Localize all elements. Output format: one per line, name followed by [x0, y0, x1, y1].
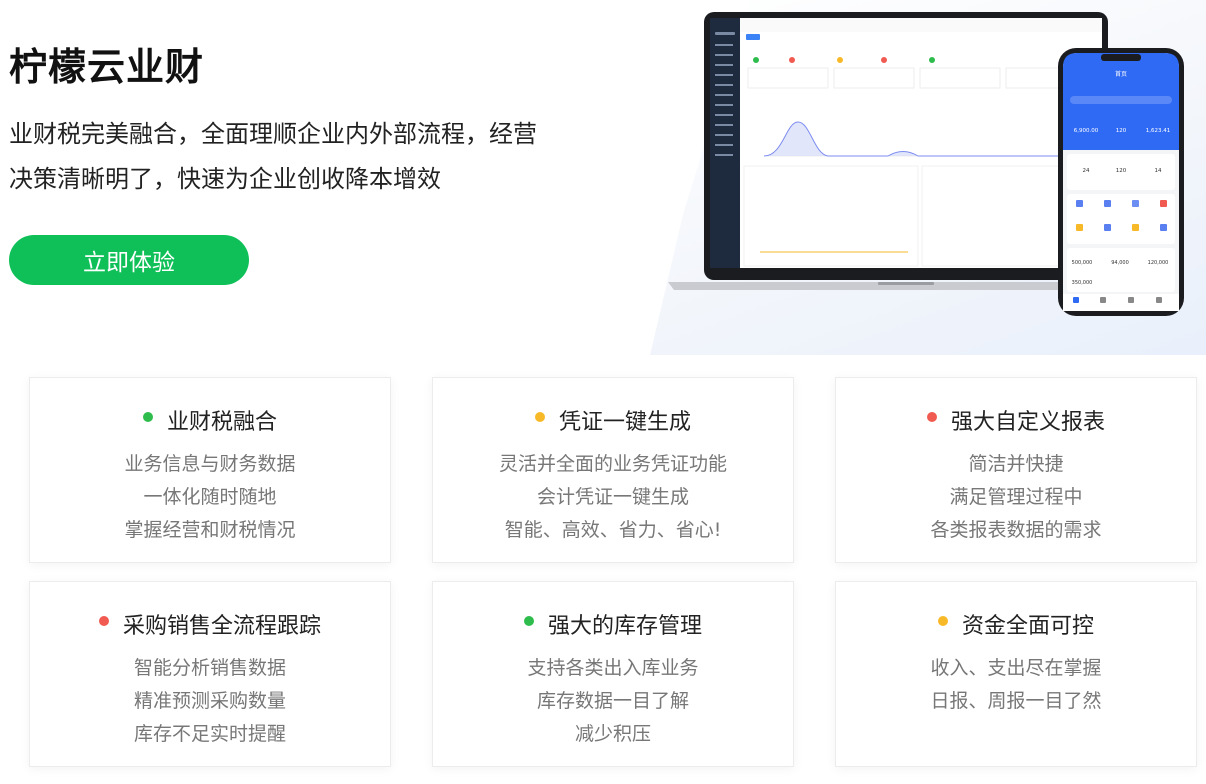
- hero-subtitle: 业财税完美融合，全面理顺企业内外部流程，经营 决策清晰明了，快速为企业创收降本增…: [9, 112, 609, 202]
- red-dot-icon: [926, 412, 937, 422]
- feature-line: 简洁并快捷: [968, 453, 1064, 475]
- phone-stat-2: 120: [1116, 128, 1127, 134]
- feature-card-6: 资金全面可控 收入、支出尽在掌握 日报、周报一目了然: [835, 581, 1197, 767]
- feature-line: 减少积压: [574, 723, 651, 745]
- feature-title: 采购销售全流程跟踪: [122, 614, 321, 639]
- feature-line: 智能分析销售数据: [133, 657, 286, 679]
- device-mockup: 首页 6,900.00 120 1,623.41 24 120 14 500,0…: [668, 10, 1188, 320]
- feature-line: 业务信息与财务数据: [124, 453, 296, 475]
- feature-title: 凭证一键生成: [558, 410, 691, 435]
- feature-card-3: 强大自定义报表 简洁并快捷 满足管理过程中 各类报表数据的需求: [835, 377, 1197, 563]
- feature-line: 掌握经营和财税情况: [124, 519, 296, 541]
- feature-title: 强大的库存管理: [547, 614, 702, 639]
- hero-subtitle-line-1: 业财税完美融合，全面理顺企业内外部流程，经营: [9, 120, 537, 148]
- phone-stat-5: 120: [1116, 168, 1127, 174]
- phone-stat-6: 14: [1155, 168, 1162, 174]
- phone-value-2: 94,000: [1111, 260, 1129, 266]
- red-dot-icon: [98, 616, 109, 626]
- phone-stat-4: 24: [1083, 168, 1090, 174]
- phone-value-4: 350,000: [1072, 280, 1093, 286]
- yellow-dot-icon: [534, 412, 545, 422]
- feature-title: 业财税融合: [166, 410, 277, 435]
- feature-line: 各类报表数据的需求: [930, 519, 1102, 541]
- device-illustration: 首页 6,900.00 120 1,623.41 24 120 14 500,0…: [668, 12, 1184, 316]
- green-dot-icon: [523, 616, 534, 626]
- feature-card-1: 业财税融合 业务信息与财务数据 一体化随时随地 掌握经营和财税情况: [29, 377, 391, 563]
- try-now-button[interactable]: 立即体验: [9, 235, 249, 285]
- feature-title: 资金全面可控: [961, 614, 1094, 639]
- phone-value-3: 120,000: [1148, 260, 1169, 266]
- phone-stat-3: 1,623.41: [1146, 128, 1171, 134]
- feature-line: 精准预测采购数量: [133, 690, 286, 712]
- yellow-dot-icon: [937, 616, 948, 626]
- feature-line: 会计凭证一键生成: [536, 486, 689, 508]
- feature-card-5: 强大的库存管理 支持各类出入库业务 库存数据一目了解 减少积压: [432, 581, 794, 767]
- feature-line: 一体化随时随地: [143, 486, 277, 508]
- feature-line: 库存不足实时提醒: [133, 723, 286, 745]
- feature-line: 库存数据一目了解: [536, 690, 689, 712]
- phone-value-1: 500,000: [1072, 260, 1093, 266]
- green-dot-icon: [142, 412, 153, 422]
- page-title: 柠檬云业财: [9, 45, 205, 89]
- feature-card-2: 凭证一键生成 灵活并全面的业务凭证功能 会计凭证一键生成 智能、高效、省力、省心…: [432, 377, 794, 563]
- phone-header-title: 首页: [1115, 70, 1127, 78]
- feature-line: 满足管理过程中: [949, 486, 1083, 508]
- feature-line: 支持各类出入库业务: [527, 657, 699, 679]
- feature-line: 智能、高效、省力、省心!: [504, 519, 722, 541]
- feature-line: 日报、周报一目了然: [930, 690, 1102, 712]
- feature-line: 灵活并全面的业务凭证功能: [498, 453, 727, 475]
- feature-title: 强大自定义报表: [950, 410, 1105, 435]
- phone-stat-1: 6,900.00: [1074, 128, 1099, 134]
- hero-subtitle-line-2: 决策清晰明了，快速为企业创收降本增效: [9, 165, 441, 193]
- feature-card-4: 采购销售全流程跟踪 智能分析销售数据 精准预测采购数量 库存不足实时提醒: [29, 581, 391, 767]
- feature-line: 收入、支出尽在掌握: [930, 657, 1102, 679]
